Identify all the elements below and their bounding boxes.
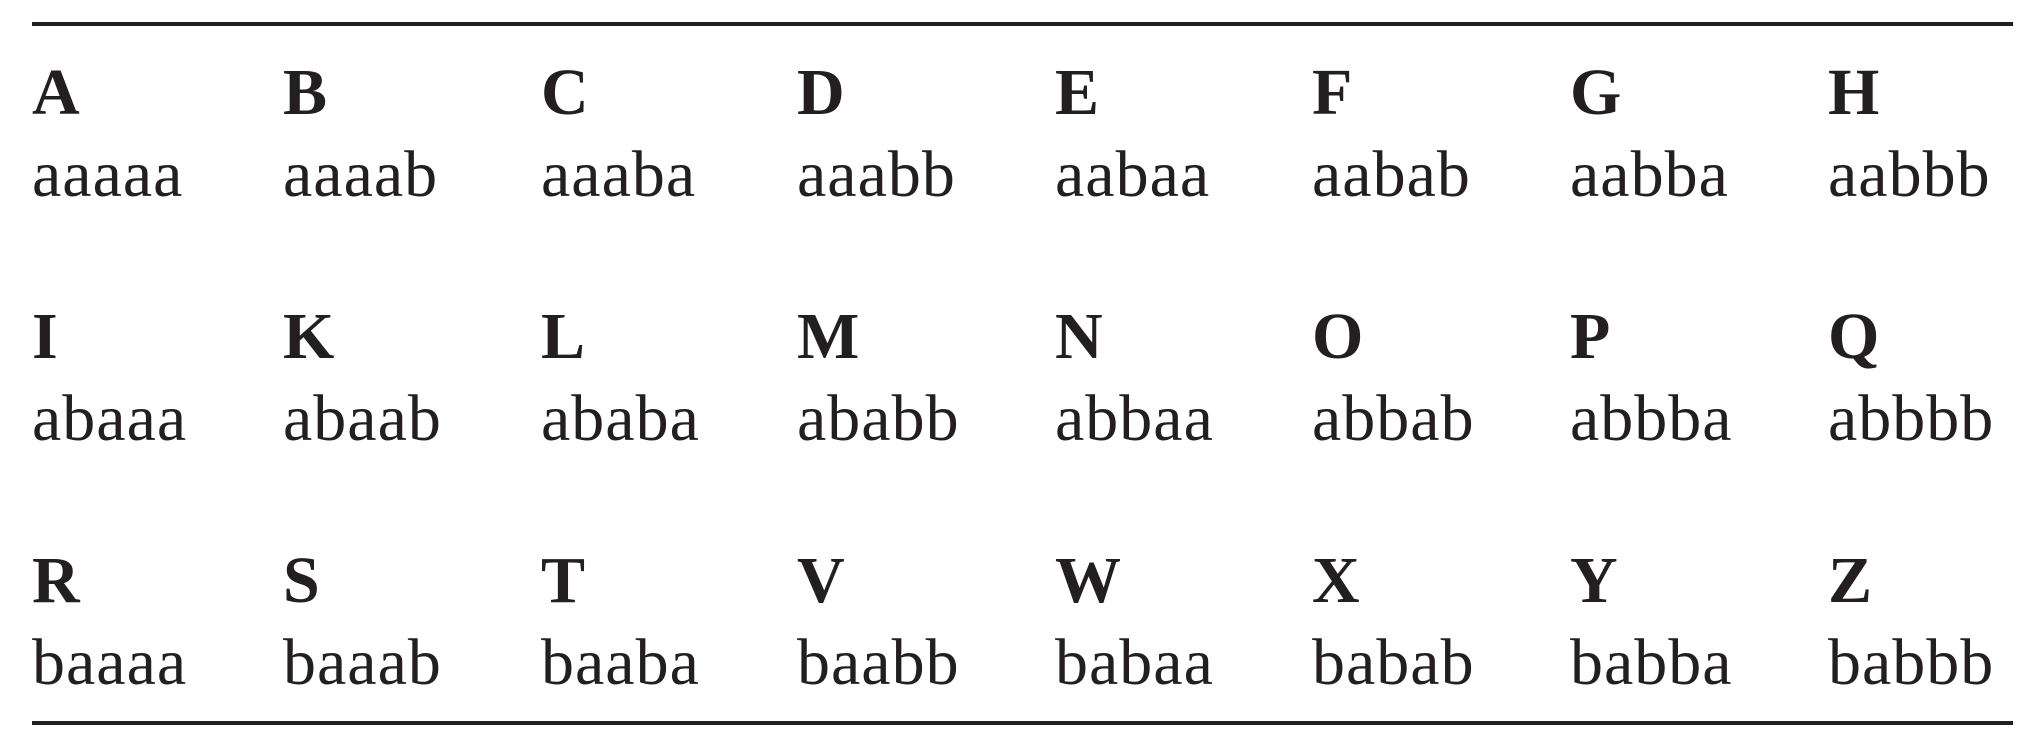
cipher-letter: D [797,56,845,129]
cipher-letter: K [283,300,335,373]
cipher-cell: D aaabb [797,60,1037,240]
cipher-code: babba [1570,626,1733,699]
cipher-cell: X babab [1312,548,1552,728]
cipher-code: babab [1312,626,1475,699]
cipher-cell: L ababa [541,304,781,484]
cipher-cell: O abbab [1312,304,1552,484]
cipher-code: abbbb [1828,382,1995,455]
cipher-letter: C [541,56,589,129]
cipher-code: abbaa [1055,382,1214,455]
cipher-cell: K abaab [283,304,523,484]
cipher-letter: T [541,544,586,617]
cipher-cell: B aaaab [283,60,523,240]
cipher-cell: G aabba [1570,60,1810,240]
cipher-letter: Y [1570,544,1618,617]
cipher-code: abaaa [32,382,188,455]
bottom-rule [32,721,2013,725]
cipher-letter: M [797,300,860,373]
cipher-code: ababb [797,382,960,455]
cipher-cell: C aaaba [541,60,781,240]
cipher-letter: P [1570,300,1611,373]
cipher-table: A aaaaa B aaaab C aaaba D aaabb E aabaa … [32,60,2013,700]
cipher-letter: Z [1828,544,1873,617]
cipher-letter: H [1828,56,1880,129]
cipher-code: abaab [283,382,442,455]
cipher-letter: L [541,300,586,373]
cipher-code: aabba [1570,138,1729,211]
cipher-code: aabbb [1828,138,1991,211]
cipher-code: aaaab [283,138,439,211]
cipher-letter: G [1570,56,1622,129]
cipher-letter: S [283,544,320,617]
cipher-letter: W [1055,544,1121,617]
cipher-cell: Y babba [1570,548,1810,728]
cipher-code: baaab [283,626,442,699]
cipher-letter: R [32,544,80,617]
cipher-code: aabaa [1055,138,1211,211]
table-row: A aaaaa B aaaab C aaaba D aaabb E aabaa … [32,60,2013,240]
cipher-code: aaabb [797,138,956,211]
cipher-code: ababa [541,382,700,455]
cipher-code: baabb [797,626,960,699]
cipher-code: baaba [541,626,700,699]
cipher-letter: V [797,544,845,617]
cipher-cell: A aaaaa [32,60,272,240]
cipher-cell: P abbba [1570,304,1810,484]
cipher-letter: B [283,56,328,129]
cipher-cell: M ababb [797,304,1037,484]
cipher-cell: S baaab [283,548,523,728]
cipher-cell: R baaaa [32,548,272,728]
cipher-cell: Z babbb [1828,548,2040,728]
cipher-letter: N [1055,300,1103,373]
cipher-letter: F [1312,56,1353,129]
cipher-letter: E [1055,56,1100,129]
cipher-letter: I [32,300,58,373]
cipher-cell: Q abbbb [1828,304,2040,484]
top-rule [32,22,2013,26]
cipher-cell: I abaaa [32,304,272,484]
cipher-code: aaaaa [32,138,184,211]
cipher-letter: A [32,56,80,129]
table-row: R baaaa S baaab T baaba V baabb W babaa … [32,548,2013,728]
cipher-cell: F aabab [1312,60,1552,240]
cipher-letter: O [1312,300,1364,373]
cipher-letter: Q [1828,300,1880,373]
cipher-code: babbb [1828,626,1995,699]
cipher-code: babaa [1055,626,1214,699]
cipher-cell: T baaba [541,548,781,728]
table-row: I abaaa K abaab L ababa M ababb N abbaa … [32,304,2013,484]
cipher-code: baaaa [32,626,188,699]
cipher-cell: W babaa [1055,548,1295,728]
cipher-letter: X [1312,544,1360,617]
cipher-code: aaaba [541,138,697,211]
cipher-cell: H aabbb [1828,60,2040,240]
cipher-code: abbba [1570,382,1733,455]
cipher-code: abbab [1312,382,1475,455]
cipher-cell: E aabaa [1055,60,1295,240]
cipher-cell: V baabb [797,548,1037,728]
cipher-code: aabab [1312,138,1471,211]
cipher-cell: N abbaa [1055,304,1295,484]
